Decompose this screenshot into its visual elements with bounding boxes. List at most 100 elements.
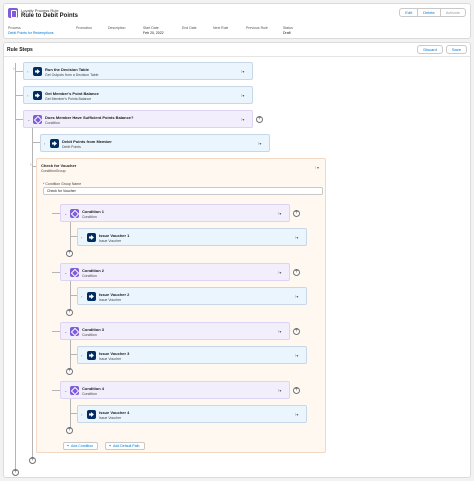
chevron-down-icon[interactable]: ⌄	[64, 270, 67, 275]
connector	[52, 213, 60, 214]
field-description: Description	[108, 26, 126, 30]
dropdown-menu-icon[interactable]: ⁝ ▾	[258, 141, 261, 146]
group-subtitle: ConditionGroup	[41, 169, 66, 173]
chevron-right-icon[interactable]: ›	[81, 294, 82, 299]
condition-icon	[70, 268, 79, 277]
step-run-decision-table[interactable]: › Run the Decision Table Get Outputs fro…	[23, 62, 253, 80]
chevron-right-icon[interactable]: ›	[81, 353, 82, 358]
add-circle-icon[interactable]: +	[293, 328, 300, 335]
condition-icon	[70, 386, 79, 395]
process-link[interactable]: Debit Points for Redemptions	[8, 31, 54, 35]
rule-steps-actions: Discard Save	[417, 45, 467, 54]
add-circle-icon[interactable]: +	[29, 457, 36, 464]
field-status: Status Draft	[283, 26, 293, 35]
connector	[70, 399, 71, 429]
dropdown-menu-icon[interactable]: ⁝ ▾	[278, 329, 281, 334]
connector	[70, 354, 77, 355]
connector	[70, 281, 71, 311]
condition-icon	[70, 209, 79, 218]
dropdown-menu-icon[interactable]: ⁝ ▾	[315, 165, 319, 170]
add-circle-icon[interactable]: +	[12, 469, 19, 476]
add-circle-icon[interactable]: +	[66, 250, 73, 257]
chevron-right-icon: ›	[30, 162, 32, 168]
group-name-input[interactable]: Check for Voucher	[43, 187, 323, 195]
dropdown-menu-icon[interactable]: ⁝ ▾	[295, 235, 298, 240]
rule-steps-title: Rule Steps	[7, 47, 33, 53]
field-previous-rule: Previous Rule	[246, 26, 268, 30]
connector	[52, 390, 60, 391]
connector	[15, 119, 23, 120]
action-icon	[87, 351, 96, 360]
step-debit-points[interactable]: › Debit Points from Member Debit Points …	[40, 134, 270, 152]
add-circle-icon[interactable]: +	[293, 269, 300, 276]
field-next-rule: Next Rule	[213, 26, 229, 30]
action-icon	[87, 233, 96, 242]
field-process: Process Debit Points for Redemptions	[8, 26, 54, 35]
connector	[70, 413, 77, 414]
dropdown-menu-icon[interactable]: ⁝ ▾	[278, 211, 281, 216]
condition-3[interactable]: ⌄ Condition 3 Condition ⁝ ▾	[60, 322, 290, 340]
dropdown-menu-icon[interactable]: ⁝ ▾	[278, 388, 281, 393]
dropdown-menu-icon[interactable]: ⁝ ▾	[241, 117, 244, 122]
chevron-right-icon[interactable]: ›	[81, 412, 82, 417]
root-connector	[15, 63, 16, 473]
action-icon	[50, 139, 59, 148]
activate-button[interactable]: Activate	[440, 8, 466, 17]
dropdown-menu-icon[interactable]: ⁝ ▾	[278, 270, 281, 275]
chevron-down-icon[interactable]: ⌄	[64, 211, 67, 216]
action-icon	[87, 292, 96, 301]
group-title: Check for Voucher	[41, 163, 77, 168]
add-default-path-button[interactable]: + Add Default Path	[105, 442, 145, 450]
connector	[15, 71, 23, 72]
add-condition-button[interactable]: + Add Condition	[63, 442, 99, 450]
chevron-right-icon[interactable]: ›	[27, 69, 28, 74]
action-issue-voucher-2[interactable]: › Issue Voucher 2 Issue Voucher ⁝ ▾	[77, 287, 307, 305]
plus-icon: +	[109, 444, 112, 448]
add-circle-icon[interactable]: +	[66, 309, 73, 316]
dropdown-menu-icon[interactable]: ⁝ ▾	[241, 69, 244, 74]
action-icon	[33, 91, 42, 100]
action-issue-voucher-4[interactable]: › Issue Voucher 4 Issue Voucher ⁝ ▾	[77, 405, 307, 423]
group-name-label: * Condition Group Name	[43, 182, 82, 186]
step-get-point-balance[interactable]: › Get Member's Point Balance Get Member'…	[23, 86, 253, 104]
connector	[52, 331, 60, 332]
loyalty-rule-icon	[8, 8, 18, 18]
plus-icon: +	[67, 444, 70, 448]
action-icon	[87, 410, 96, 419]
action-issue-voucher-3[interactable]: › Issue Voucher 3 Issue Voucher ⁝ ▾	[77, 346, 307, 364]
save-button[interactable]: Save	[445, 45, 467, 54]
connector	[52, 272, 60, 273]
condition-1[interactable]: ⌄ Condition 1 Condition ⁝ ▾	[60, 204, 290, 222]
delete-button[interactable]: Delete	[418, 8, 441, 17]
chevron-right-icon[interactable]: ›	[44, 141, 45, 146]
dropdown-menu-icon[interactable]: ⁝ ▾	[295, 353, 298, 358]
chevron-down-icon[interactable]: ⌄	[27, 117, 30, 122]
connector	[70, 295, 77, 296]
page-title: Rule to Debit Points	[21, 13, 78, 19]
dropdown-menu-icon[interactable]: ⁝ ▾	[241, 93, 244, 98]
condition-connector	[32, 128, 33, 461]
condition-4[interactable]: ⌄ Condition 4 Condition ⁝ ▾	[60, 381, 290, 399]
chevron-right-icon[interactable]: ›	[27, 93, 28, 98]
dropdown-menu-icon[interactable]: ⁝ ▾	[295, 294, 298, 299]
condition-2[interactable]: ⌄ Condition 2 Condition ⁝ ▾	[60, 263, 290, 281]
highlights-panel: Process Debit Points for Redemptions Pro…	[8, 26, 468, 38]
field-promotion: Promotion	[76, 26, 92, 30]
record-header: Loyalty Process Rule Rule to Debit Point…	[3, 3, 471, 39]
add-circle-icon[interactable]: +	[293, 387, 300, 394]
add-circle-icon[interactable]: +	[66, 368, 73, 375]
add-circle-icon[interactable]: +	[66, 427, 73, 434]
connector	[70, 222, 71, 252]
add-circle-icon[interactable]: +	[293, 210, 300, 217]
add-circle-icon[interactable]: +	[256, 116, 263, 123]
chevron-right-icon[interactable]: ›	[81, 235, 82, 240]
connector	[15, 95, 23, 96]
chevron-down-icon[interactable]: ⌄	[64, 329, 67, 334]
step-sufficient-balance-condition[interactable]: ⌄ Does Member Have Sufficient Points Bal…	[23, 110, 253, 128]
chevron-down-icon[interactable]: ⌄	[64, 388, 67, 393]
action-issue-voucher-1[interactable]: › Issue Voucher 1 Issue Voucher ⁝ ▾	[77, 228, 307, 246]
dropdown-menu-icon[interactable]: ⁝ ▾	[295, 412, 298, 417]
condition-icon	[70, 327, 79, 336]
edit-button[interactable]: Edit	[399, 8, 419, 17]
discard-button[interactable]: Discard	[417, 45, 443, 54]
